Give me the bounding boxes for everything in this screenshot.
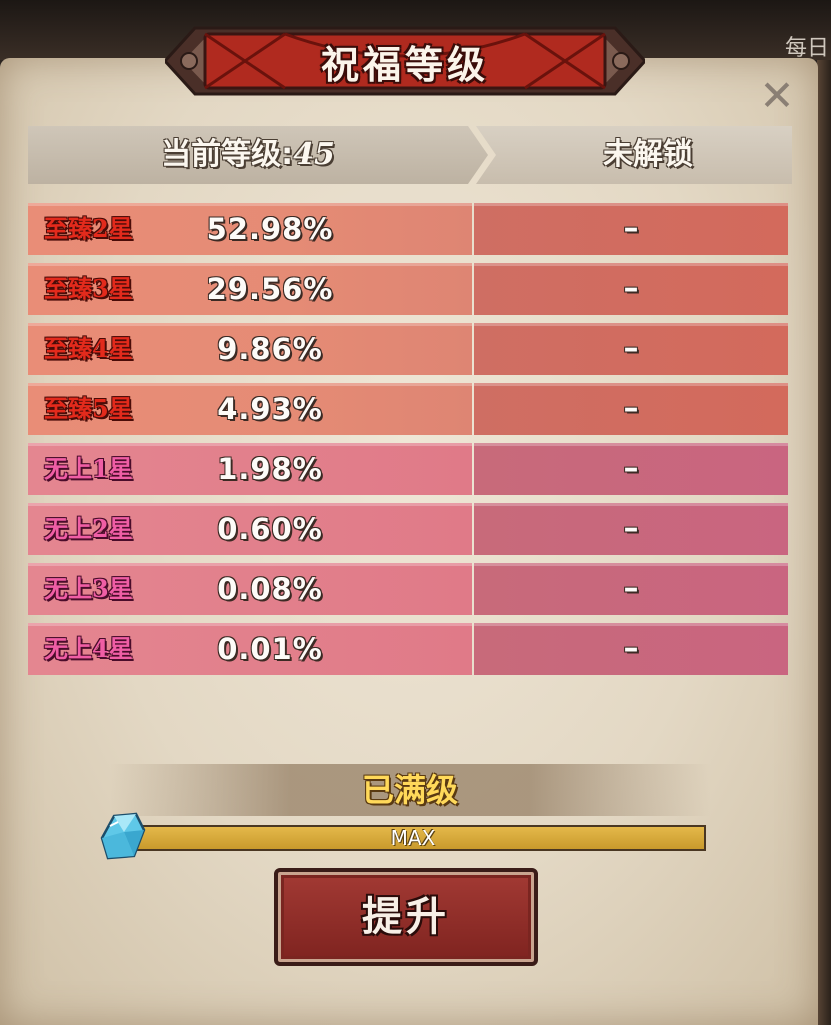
next-probability: –	[623, 331, 639, 366]
table-row: 无上4星 0.01% –	[28, 623, 788, 675]
background-side-panel	[817, 60, 831, 1025]
current-probability: 4.93%	[217, 392, 323, 426]
rank-label: 至臻2星	[44, 214, 133, 243]
next-probability: –	[623, 451, 639, 486]
rank-label: 至臻4星	[44, 334, 133, 363]
rank-label: 无上1星	[44, 454, 133, 483]
crystal-icon	[100, 812, 146, 860]
next-cell: –	[474, 383, 788, 435]
current-probability: 1.98%	[217, 452, 323, 486]
current-cell: 无上4星 0.01%	[28, 623, 472, 675]
table-row: 至臻5星 4.93% –	[28, 383, 788, 435]
probability-table: 至臻2星 52.98% – 至臻3星 29.56% – 至臻4星 9.86% – 至臻5星 4…	[28, 203, 788, 683]
next-probability: –	[623, 391, 639, 426]
dialog-title: 祝福等级	[320, 42, 489, 87]
next-cell: –	[474, 443, 788, 495]
rank-label: 无上3星	[44, 574, 133, 603]
next-probability: –	[623, 511, 639, 546]
upgrade-button-label: 提升	[362, 893, 450, 940]
current-cell: 至臻2星 52.98%	[28, 203, 472, 255]
current-cell: 至臻3星 29.56%	[28, 263, 472, 315]
table-row: 无上1星 1.98% –	[28, 443, 788, 495]
table-row: 至臻3星 29.56% –	[28, 263, 788, 315]
current-cell: 至臻4星 9.86%	[28, 323, 472, 375]
next-cell: –	[474, 563, 788, 615]
current-probability: 0.60%	[217, 512, 323, 546]
next-cell: –	[474, 323, 788, 375]
next-probability: –	[623, 571, 639, 606]
max-level-status: 已满级	[361, 771, 458, 809]
rank-label: 无上2星	[44, 514, 133, 543]
table-row: 无上2星 0.60% –	[28, 503, 788, 555]
rank-label: 无上4星	[44, 634, 133, 663]
level-progress-bar: MAX	[120, 825, 706, 851]
next-level-label: 未解锁	[603, 137, 693, 172]
current-probability: 52.98%	[206, 212, 334, 246]
next-probability: –	[623, 211, 639, 246]
current-probability: 0.01%	[217, 632, 323, 666]
current-level-label: 当前等级:	[161, 137, 294, 172]
current-cell: 无上1星 1.98%	[28, 443, 472, 495]
current-probability: 9.86%	[217, 332, 323, 366]
next-probability: –	[623, 271, 639, 306]
next-cell: –	[474, 623, 788, 675]
current-cell: 无上2星 0.60%	[28, 503, 472, 555]
current-cell: 无上3星 0.08%	[28, 563, 472, 615]
title-plaque: 祝福等级	[165, 18, 645, 104]
next-cell: –	[474, 503, 788, 555]
table-row: 至臻4星 9.86% –	[28, 323, 788, 375]
next-cell: –	[474, 203, 788, 255]
upgrade-button[interactable]: 提升	[274, 868, 538, 966]
rank-label: 至臻3星	[44, 274, 133, 303]
rank-label: 至臻5星	[44, 394, 133, 423]
next-cell: –	[474, 263, 788, 315]
current-level-value: 45	[293, 137, 335, 172]
progress-text: MAX	[390, 826, 436, 850]
current-probability: 0.08%	[217, 572, 323, 606]
table-row: 至臻2星 52.98% –	[28, 203, 788, 255]
current-level-text: 当前等级:45	[28, 126, 468, 184]
current-probability: 29.56%	[206, 272, 334, 306]
background-corner-text: 每日	[785, 36, 830, 60]
current-cell: 至臻5星 4.93%	[28, 383, 472, 435]
table-row: 无上3星 0.08% –	[28, 563, 788, 615]
close-icon[interactable]: ✕	[757, 75, 797, 117]
next-probability: –	[623, 631, 639, 666]
level-header: 当前等级:45 未解锁	[28, 126, 792, 184]
